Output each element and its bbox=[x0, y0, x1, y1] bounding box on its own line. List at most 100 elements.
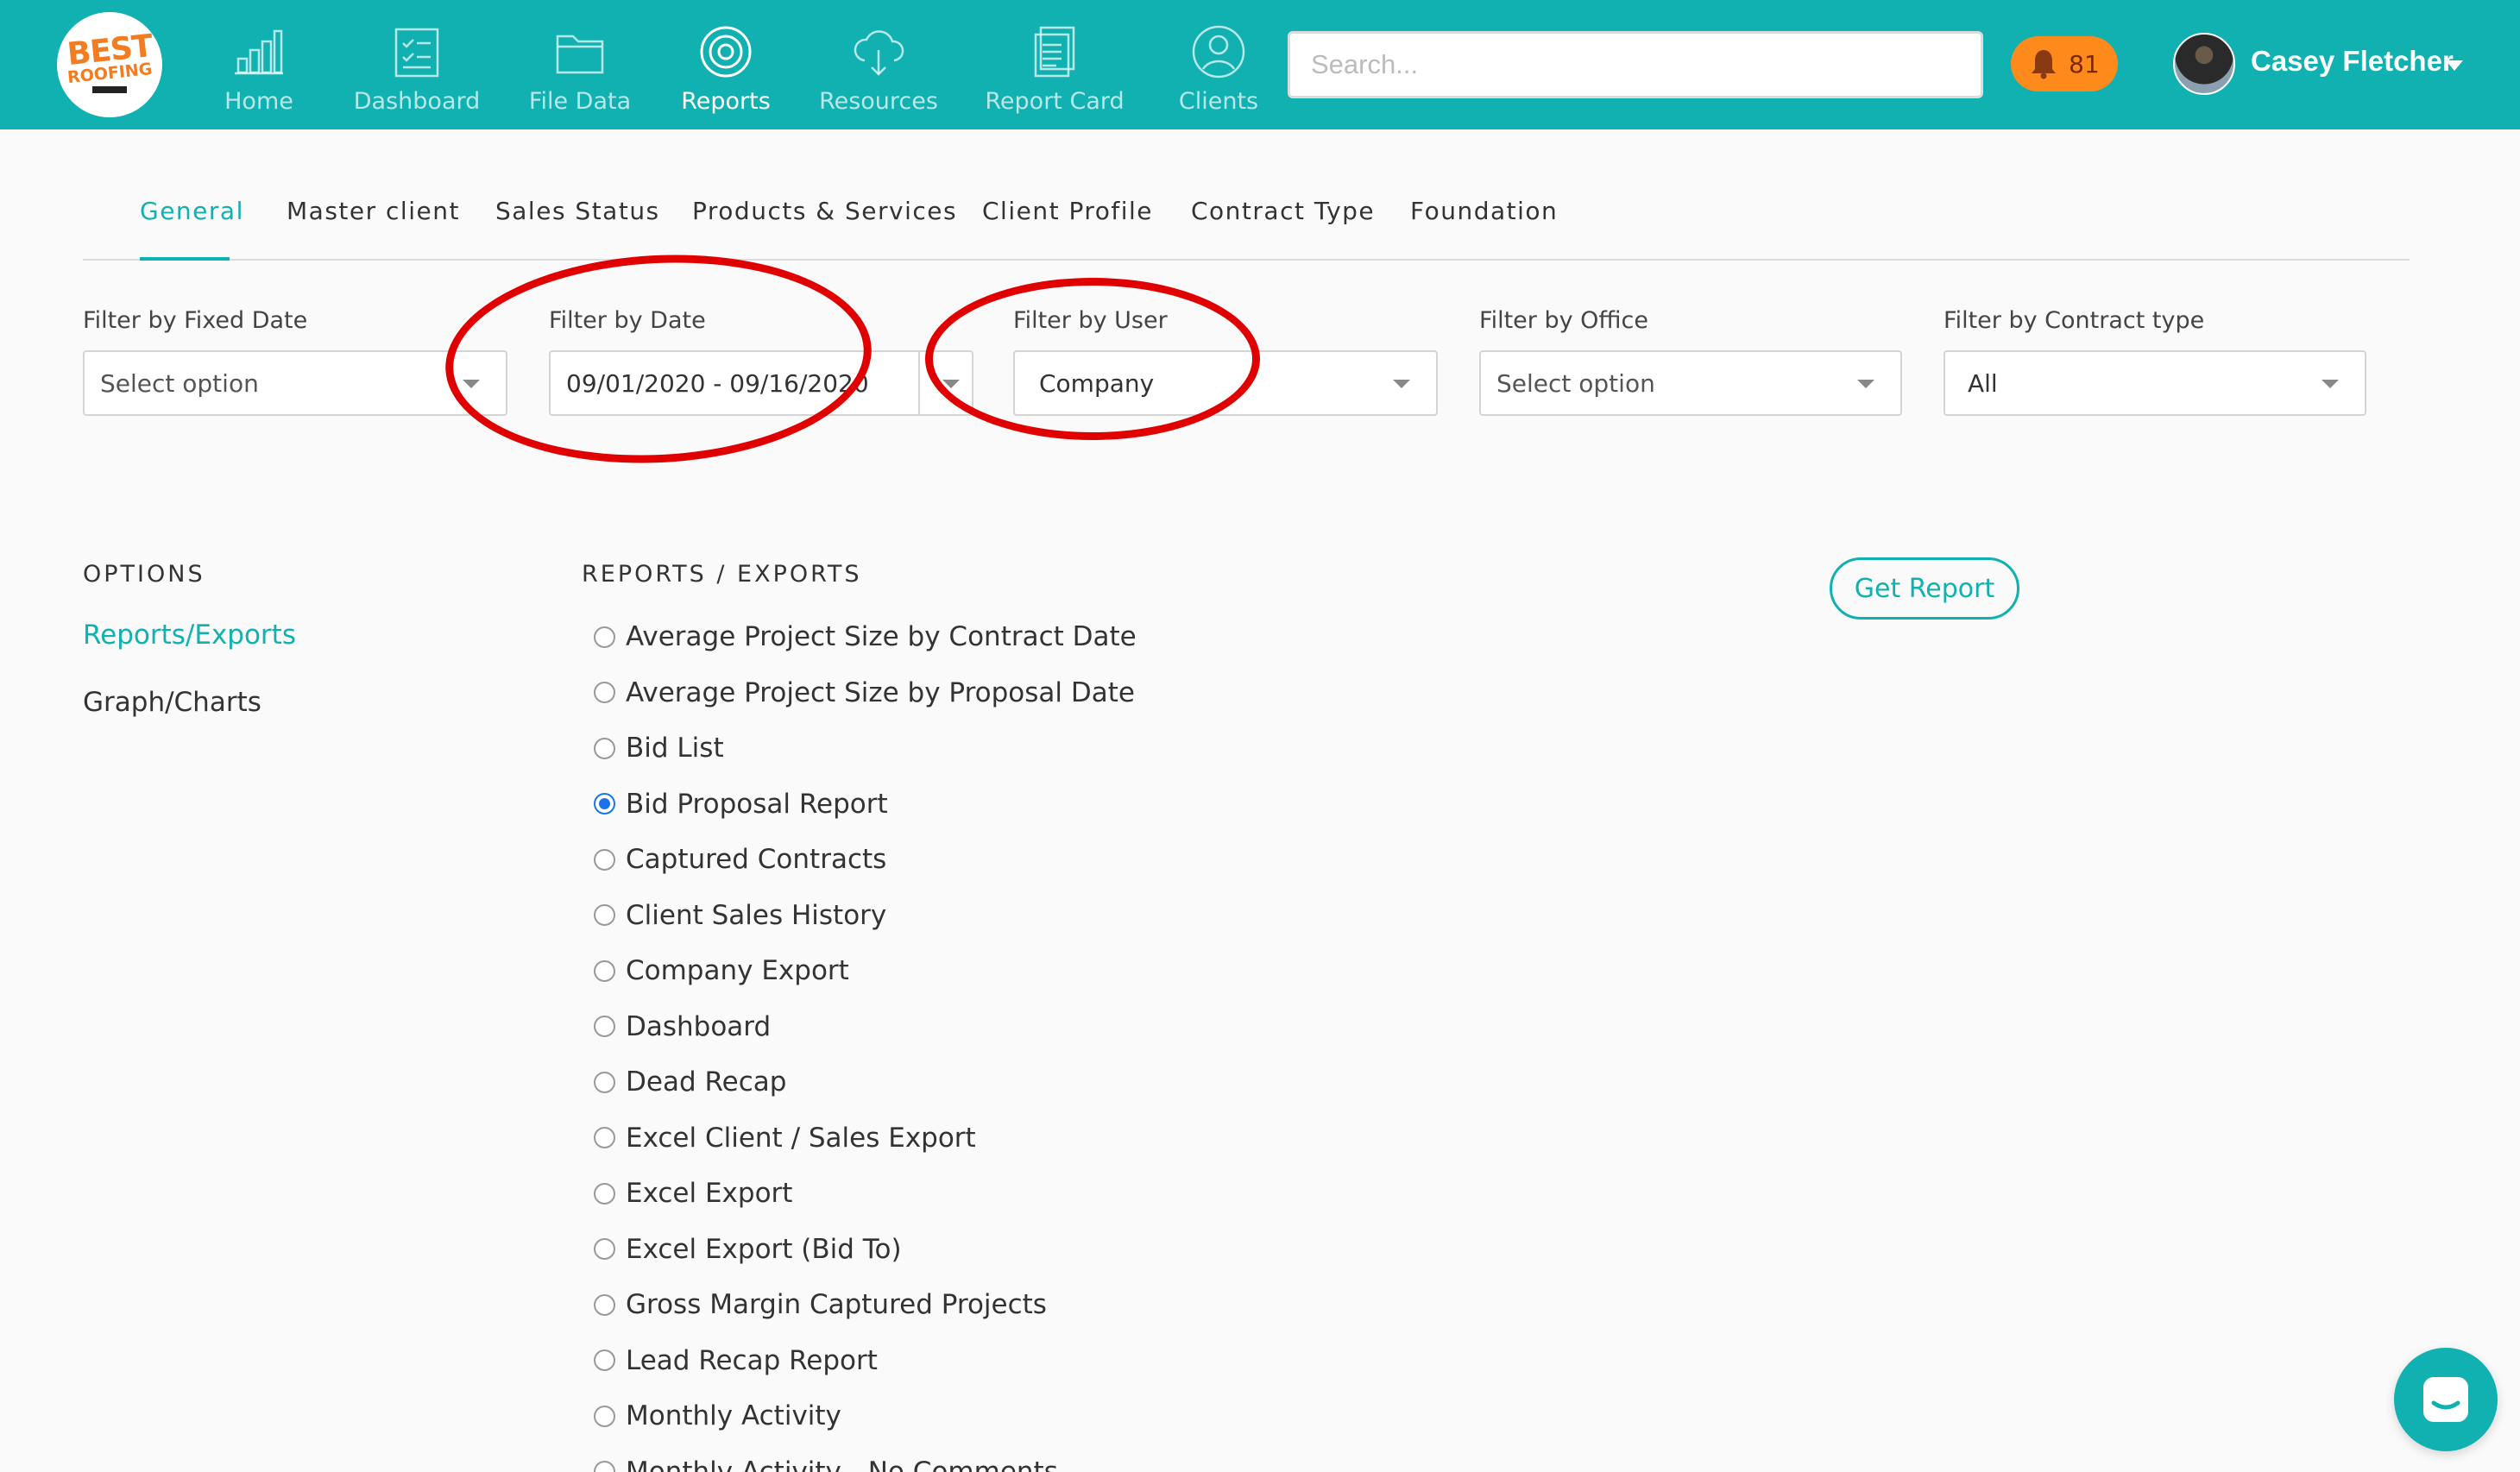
chevron-down-icon bbox=[463, 380, 480, 388]
company-logo[interactable]: BEST ROOFING bbox=[57, 12, 162, 117]
report-radio-button[interactable] bbox=[594, 1293, 615, 1316]
filter-office-label: Filter by Office bbox=[1479, 307, 1648, 334]
report-option[interactable]: Excel Export (Bid To) bbox=[594, 1222, 1137, 1278]
nav-dashboard-label: Dashboard bbox=[353, 88, 481, 115]
report-option[interactable]: Company Export bbox=[594, 943, 1137, 999]
filter-user-label: Filter by User bbox=[1013, 307, 1168, 334]
target-icon bbox=[700, 26, 752, 78]
report-radio-button[interactable] bbox=[594, 737, 615, 759]
report-option-label: Bid List bbox=[626, 733, 724, 764]
get-report-button[interactable]: Get Report bbox=[1830, 557, 2019, 620]
filter-user-select[interactable]: Company bbox=[1013, 350, 1438, 416]
nav-dashboard[interactable]: Dashboard bbox=[354, 24, 480, 119]
report-radio-button[interactable] bbox=[594, 626, 615, 648]
report-option[interactable]: Dashboard bbox=[594, 999, 1137, 1055]
nav-clients[interactable]: Clients bbox=[1179, 24, 1258, 119]
report-radio-button[interactable] bbox=[594, 793, 615, 815]
filter-fixed-date-select[interactable]: Select option bbox=[83, 350, 507, 416]
tab-contract-type[interactable]: Contract Type bbox=[1191, 197, 1375, 225]
report-option[interactable]: Monthly Activity bbox=[594, 1388, 1137, 1444]
tab-sales-status[interactable]: Sales Status bbox=[495, 197, 660, 225]
bar-chart-icon bbox=[235, 29, 283, 75]
cloud-download-icon bbox=[854, 30, 904, 76]
report-radio-button[interactable] bbox=[594, 1405, 615, 1427]
user-name[interactable]: Casey Fletcher bbox=[2251, 45, 2454, 78]
filter-fixed-date-label: Filter by Fixed Date bbox=[83, 307, 308, 334]
option-reports-exports[interactable]: Reports/Exports bbox=[83, 620, 296, 651]
report-option[interactable]: Client Sales History bbox=[594, 888, 1137, 944]
nav-reports-label: Reports bbox=[681, 88, 771, 115]
option-graph-charts[interactable]: Graph/Charts bbox=[83, 687, 261, 718]
filter-office-select[interactable]: Select option bbox=[1479, 350, 1902, 416]
notification-badge[interactable]: 81 bbox=[2011, 36, 2118, 91]
notification-count: 81 bbox=[2069, 49, 2100, 79]
report-radio-button[interactable] bbox=[594, 959, 615, 982]
report-radio-button[interactable] bbox=[594, 1182, 615, 1205]
report-option-label: Company Export bbox=[626, 955, 849, 987]
report-option[interactable]: Bid List bbox=[594, 720, 1137, 777]
report-option[interactable]: Excel Export bbox=[594, 1166, 1137, 1222]
report-radio-button[interactable] bbox=[594, 682, 615, 704]
chevron-down-icon bbox=[942, 380, 960, 388]
nav-clients-label: Clients bbox=[1178, 88, 1259, 115]
tab-client-profile[interactable]: Client Profile bbox=[982, 197, 1153, 225]
report-option[interactable]: Captured Contracts bbox=[594, 832, 1137, 888]
report-radio-button[interactable] bbox=[594, 848, 615, 871]
report-radio-button[interactable] bbox=[594, 1071, 615, 1093]
report-option-label: Lead Recap Report bbox=[626, 1344, 878, 1376]
report-option-label: Gross Margin Captured Projects bbox=[626, 1289, 1047, 1321]
options-heading: OPTIONS bbox=[83, 561, 205, 588]
report-option[interactable]: Gross Margin Captured Projects bbox=[594, 1277, 1137, 1333]
report-option[interactable]: Dead Recap bbox=[594, 1054, 1137, 1110]
nav-file-data[interactable]: File Data bbox=[528, 24, 632, 119]
nav-file-data-label: File Data bbox=[528, 88, 632, 115]
report-radio-button[interactable] bbox=[594, 1461, 615, 1472]
user-menu-chevron-down-icon[interactable] bbox=[2446, 60, 2463, 71]
report-tabs: General Master client Sales Status Produ… bbox=[83, 190, 2410, 261]
search-input[interactable] bbox=[1288, 31, 1983, 98]
report-radio-button[interactable] bbox=[594, 1349, 615, 1372]
filter-contract-type-value: All bbox=[1968, 368, 1998, 398]
report-option-label: Average Project Size by Contract Date bbox=[626, 621, 1137, 653]
filter-contract-type-label: Filter by Contract type bbox=[1944, 307, 2205, 334]
nav-report-card-label: Report Card bbox=[985, 88, 1125, 115]
nav-reports[interactable]: Reports bbox=[680, 24, 772, 119]
user-circle-icon bbox=[1192, 25, 1245, 79]
top-nav-bar: BEST ROOFING Home Dashboard File Data Re… bbox=[0, 0, 2520, 129]
report-option-label: Client Sales History bbox=[626, 899, 887, 931]
filter-date-value: 09/01/2020 - 09/16/2020 bbox=[566, 368, 869, 398]
nav-resources[interactable]: Resources bbox=[819, 24, 938, 119]
tab-general[interactable]: General bbox=[140, 197, 244, 225]
report-radio-button[interactable] bbox=[594, 904, 615, 927]
nav-home[interactable]: Home bbox=[220, 24, 298, 119]
chat-icon bbox=[2423, 1377, 2468, 1422]
report-option[interactable]: Bid Proposal Report bbox=[594, 777, 1137, 833]
report-option[interactable]: Average Project Size by Contract Date bbox=[594, 609, 1137, 665]
report-option[interactable]: Average Project Size by Proposal Date bbox=[594, 665, 1137, 721]
report-option[interactable]: Excel Client / Sales Export bbox=[594, 1110, 1137, 1167]
report-option-label: Excel Export (Bid To) bbox=[626, 1233, 902, 1265]
report-option-label: Captured Contracts bbox=[626, 844, 887, 876]
report-radio-button[interactable] bbox=[594, 1016, 615, 1038]
clipboard-check-icon bbox=[394, 28, 439, 78]
report-option[interactable]: Monthly Activity - No Comments bbox=[594, 1444, 1137, 1472]
nav-report-card[interactable]: Report Card bbox=[985, 24, 1125, 119]
filter-date-picker[interactable]: 09/01/2020 - 09/16/2020 bbox=[549, 350, 973, 416]
report-option-label: Dashboard bbox=[626, 1010, 772, 1042]
avatar[interactable] bbox=[2173, 33, 2235, 95]
divider bbox=[918, 352, 920, 414]
chevron-down-icon bbox=[1393, 380, 1410, 388]
tab-foundation[interactable]: Foundation bbox=[1410, 197, 1558, 225]
nav-home-label: Home bbox=[224, 88, 293, 115]
active-tab-indicator bbox=[140, 257, 230, 261]
chevron-down-icon bbox=[2322, 380, 2339, 388]
tab-master-client[interactable]: Master client bbox=[287, 197, 460, 225]
report-option-label: Dead Recap bbox=[626, 1066, 787, 1098]
tab-products-services[interactable]: Products & Services bbox=[692, 197, 957, 225]
report-radio-button[interactable] bbox=[594, 1238, 615, 1261]
report-radio-button[interactable] bbox=[594, 1127, 615, 1149]
filter-contract-type-select[interactable]: All bbox=[1944, 350, 2366, 416]
chat-launcher-button[interactable] bbox=[2394, 1348, 2498, 1451]
nav-resources-label: Resources bbox=[819, 88, 938, 115]
report-option[interactable]: Lead Recap Report bbox=[594, 1333, 1137, 1389]
